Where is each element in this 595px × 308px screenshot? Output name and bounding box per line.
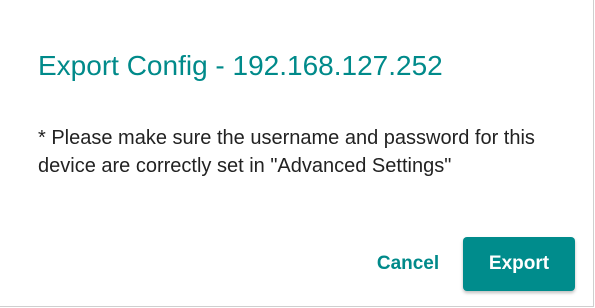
export-config-dialog: Export Config - 192.168.127.252 * Please…: [0, 0, 594, 307]
dialog-title: Export Config - 192.168.127.252: [38, 50, 443, 81]
export-button[interactable]: Export: [463, 237, 575, 291]
dialog-actions: Cancel Export: [358, 237, 575, 291]
dialog-message: * Please make sure the username and pass…: [38, 127, 535, 177]
cancel-button[interactable]: Cancel: [358, 237, 458, 291]
